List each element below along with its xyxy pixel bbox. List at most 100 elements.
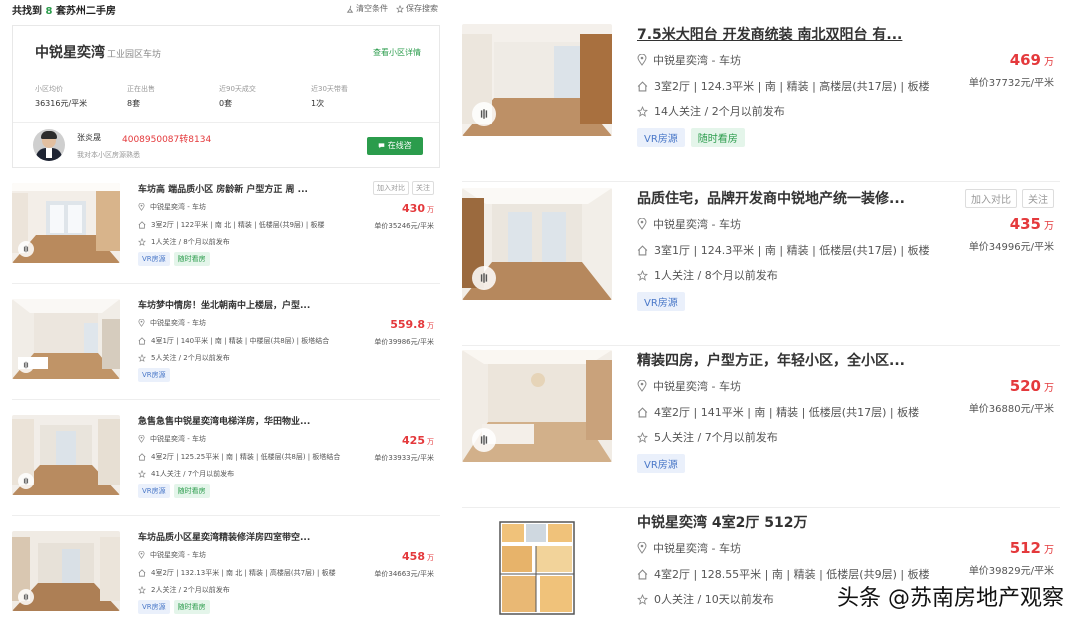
location-text[interactable]: 中锐星奕湾 - 车坊 bbox=[150, 550, 206, 560]
listing-location: 中锐星奕湾 - 车坊 bbox=[138, 202, 206, 212]
price-value: 469 bbox=[1009, 51, 1041, 69]
listing-title[interactable]: 车坊高 端品质小区 房龄新 户型方正 周 ... bbox=[138, 182, 358, 195]
community-detail-link[interactable]: 查看小区详情 bbox=[373, 47, 421, 58]
listing-photo[interactable] bbox=[462, 350, 612, 462]
save-search-button[interactable]: 保存搜索 bbox=[396, 3, 438, 14]
community-card: 中锐星奕湾 工业园区车坊 查看小区详情 小区均价 36316元/平米 正在出售 8… bbox=[12, 25, 440, 168]
price-unit: 万 bbox=[1044, 57, 1054, 68]
location-pin-icon bbox=[637, 218, 647, 230]
listing-title[interactable]: 7.5米大阳台 开发商统装 南北双阳台 有... bbox=[637, 24, 927, 44]
listing-follow: 14人关注 / 2个月以前发布 bbox=[637, 103, 785, 119]
listing-photo[interactable] bbox=[12, 531, 120, 611]
community-area: 工业园区车坊 bbox=[107, 50, 162, 60]
house-icon bbox=[637, 568, 648, 579]
listing-title[interactable]: 精装四房，户型方正，年轻小区，全小区... bbox=[637, 350, 927, 370]
listing-price: 469 万 bbox=[1010, 51, 1054, 69]
star-outline-icon bbox=[138, 586, 146, 594]
star-outline-icon bbox=[637, 269, 648, 281]
house-icon bbox=[138, 337, 146, 345]
location-text[interactable]: 中锐星奕湾 - 车坊 bbox=[150, 202, 206, 212]
listing-location: 中锐星奕湾 - 车坊 bbox=[637, 540, 741, 556]
listing-details: 3室2厅 | 122平米 | 南 北 | 精装 | 低楼层(共9层) | 板楼 bbox=[138, 220, 324, 230]
community-stats: 小区均价 36316元/平米 正在出售 8套 近90天成交 0套 近30天带看 … bbox=[35, 84, 425, 109]
listing-photo[interactable] bbox=[462, 188, 612, 300]
listing-details: 3室1厅 | 124.3平米 | 南 | 精装 | 低楼层(共17层) | 板楼 bbox=[637, 242, 930, 258]
follow-text: 2人关注 / 2个月以前发布 bbox=[151, 586, 230, 594]
listing-card[interactable]: 急售急售中锐星奕湾电梯洋房，华田物业... 中锐星奕湾 - 车坊 4室2厅 | … bbox=[12, 412, 440, 516]
details-text: 3室2厅 | 122平米 | 南 北 | 精装 | 低楼层(共9层) | 板楼 bbox=[151, 221, 325, 229]
listing-location: 中锐星奕湾 - 车坊 bbox=[637, 378, 741, 394]
listing-follow: 1人关注 / 8个月以前发布 bbox=[138, 237, 230, 247]
listing-price: 435 万 bbox=[1010, 215, 1054, 233]
agent-phone[interactable]: 4008950087转8134 bbox=[122, 132, 211, 145]
price-value: 512 bbox=[1009, 539, 1041, 557]
unit-price: 单价35246元/平米 bbox=[374, 222, 434, 230]
listing-price: 425 万 bbox=[402, 434, 434, 447]
stat-label: 近90天成交 bbox=[219, 85, 256, 93]
vr-icon bbox=[18, 589, 34, 605]
floor-plan-photo[interactable] bbox=[462, 512, 612, 624]
follow-text: 1人关注 / 8个月以前发布 bbox=[654, 269, 778, 282]
unit-price: 单价33933元/平米 bbox=[374, 454, 434, 462]
location-pin-icon bbox=[138, 435, 145, 443]
listing-title[interactable]: 中锐星奕湾 4室2厅 512万 bbox=[637, 512, 927, 532]
details-text: 4室2厅 | 141平米 | 南 | 精装 | 低楼层(共17层) | 板楼 bbox=[654, 406, 920, 419]
listing-photo[interactable] bbox=[12, 183, 120, 263]
online-chat-button[interactable]: 在线咨 bbox=[367, 137, 423, 155]
location-text[interactable]: 中锐星奕湾 - 车坊 bbox=[150, 318, 206, 328]
location-text[interactable]: 中锐星奕湾 - 车坊 bbox=[653, 540, 741, 556]
listing-details: 4室2厅 | 125.25平米 | 南 | 精装 | 低楼层(共8层) | 板塔… bbox=[138, 452, 340, 462]
location-pin-icon bbox=[138, 551, 145, 559]
follow-button[interactable]: 关注 bbox=[1022, 189, 1054, 208]
vr-icon bbox=[472, 428, 496, 452]
add-compare-button[interactable]: 加入对比 bbox=[373, 181, 409, 195]
location-text[interactable]: 中锐星奕湾 - 车坊 bbox=[653, 378, 741, 394]
details-text: 4室2厅 | 125.25平米 | 南 | 精装 | 低楼层(共8层) | 板塔… bbox=[151, 453, 341, 461]
price-value: 425 bbox=[402, 434, 425, 447]
listing-photo[interactable] bbox=[12, 415, 120, 495]
price-unit: 万 bbox=[427, 206, 434, 214]
location-pin-icon bbox=[637, 542, 647, 554]
agent-row: 张炎晟 4008950087转8134 我对本小区房源熟悉 在线咨 bbox=[13, 122, 439, 168]
location-text[interactable]: 中锐星奕湾 - 车坊 bbox=[150, 434, 206, 444]
listing-location: 中锐星奕湾 - 车坊 bbox=[138, 434, 206, 444]
add-compare-button[interactable]: 加入对比 bbox=[965, 189, 1017, 208]
listing-photo[interactable] bbox=[462, 24, 612, 136]
listing-title[interactable]: 品质住宅，品牌开发商中锐地产统一装修... bbox=[637, 188, 927, 208]
follow-text: 0人关注 / 10天以前发布 bbox=[654, 593, 774, 606]
agent-avatar[interactable] bbox=[33, 129, 65, 161]
listing-card[interactable]: 车坊品质小区星奕湾精装修洋房四室带空... 中锐星奕湾 - 车坊 4室2厅 | … bbox=[12, 528, 440, 628]
unit-price: 单价37732元/平米 bbox=[968, 78, 1054, 89]
house-icon bbox=[138, 453, 146, 461]
agent-name: 张炎晟 bbox=[77, 133, 101, 142]
listing-title[interactable]: 车坊梦中情房！坐北朝南中上楼层，户型... bbox=[138, 298, 358, 311]
listing-photo[interactable] bbox=[12, 299, 120, 379]
location-text[interactable]: 中锐星奕湾 - 车坊 bbox=[653, 52, 741, 68]
vr-tag: VR房源 bbox=[637, 128, 685, 147]
listing-title[interactable]: 车坊品质小区星奕湾精装修洋房四室带空... bbox=[138, 530, 358, 543]
listing-card[interactable]: 车坊梦中情房！坐北朝南中上楼层，户型... 中锐星奕湾 - 车坊 4室1厅 | … bbox=[12, 296, 440, 400]
follow-button[interactable]: 关注 bbox=[412, 181, 434, 195]
listing-card[interactable]: 品质住宅，品牌开发商中锐地产统一装修... 加入对比 关注 中锐星奕湾 - 车坊… bbox=[462, 188, 1060, 346]
listing-price: 559.8 万 bbox=[390, 318, 434, 331]
listing-location: 中锐星奕湾 - 车坊 bbox=[138, 318, 206, 328]
star-outline-icon bbox=[138, 354, 146, 362]
listing-follow: 5人关注 / 7个月以前发布 bbox=[637, 429, 778, 445]
star-outline-icon bbox=[637, 593, 648, 605]
listing-follow: 2人关注 / 2个月以前发布 bbox=[138, 585, 230, 595]
clear-filters-button[interactable]: 清空条件 bbox=[346, 3, 388, 14]
listing-price: 512 万 bbox=[1010, 539, 1054, 557]
listing-card[interactable]: 7.5米大阳台 开发商统装 南北双阳台 有... 中锐星奕湾 - 车坊 3室2厅… bbox=[462, 24, 1060, 182]
listing-card[interactable]: 精装四房，户型方正，年轻小区，全小区... 中锐星奕湾 - 车坊 4室2厅 | … bbox=[462, 350, 1060, 508]
listing-title[interactable]: 急售急售中锐星奕湾电梯洋房，华田物业... bbox=[138, 414, 358, 427]
star-outline-icon bbox=[396, 4, 404, 13]
results-prefix: 共找到 bbox=[12, 6, 42, 17]
price-unit: 万 bbox=[1044, 383, 1054, 394]
star-outline-icon bbox=[637, 431, 648, 443]
listing-card[interactable]: 车坊高 端品质小区 房龄新 户型方正 周 ... 加入对比 关注 中锐星奕湾 -… bbox=[12, 180, 440, 284]
listing-details: 4室1厅 | 140平米 | 南 | 精装 | 中楼层(共8层) | 板塔结合 bbox=[138, 336, 329, 346]
vr-tag: VR房源 bbox=[637, 454, 685, 473]
location-text[interactable]: 中锐星奕湾 - 车坊 bbox=[653, 216, 741, 232]
stat-on-sale: 正在出售 8套 bbox=[127, 84, 219, 109]
stat-90d-deals: 近90天成交 0套 bbox=[219, 84, 311, 109]
